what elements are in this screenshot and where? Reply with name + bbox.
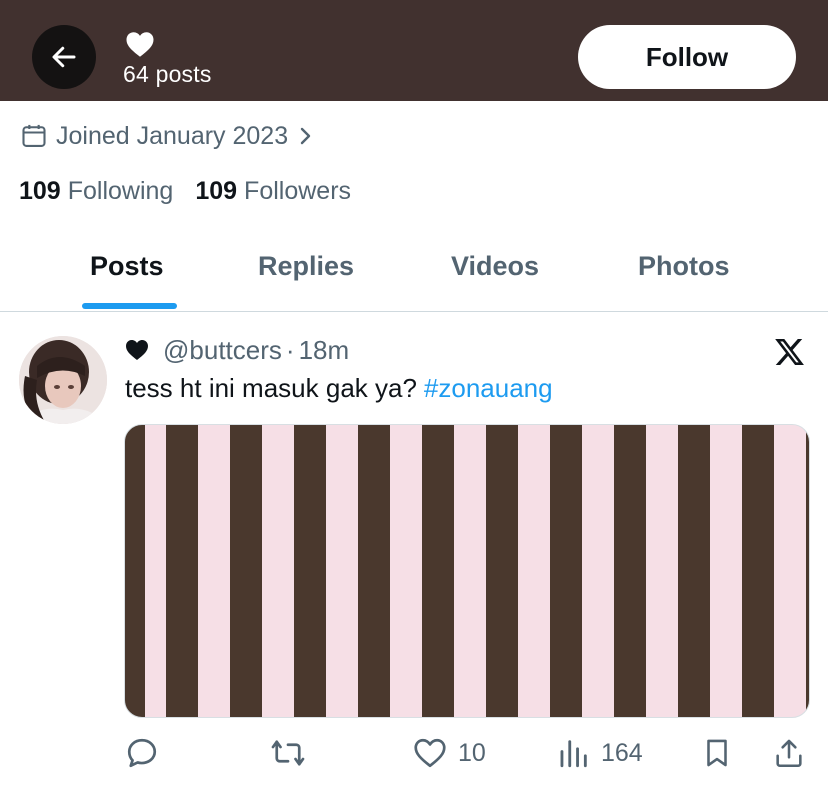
following-count: 109 (19, 177, 61, 205)
reply-button[interactable] (124, 732, 160, 774)
followers-link[interactable]: 109 Followers (195, 177, 351, 206)
views-icon (560, 740, 587, 768)
share-icon (776, 739, 802, 768)
profile-tabs: Posts Replies Videos Photos (0, 230, 828, 312)
heart-icon (126, 340, 148, 360)
repost-button[interactable] (270, 732, 306, 774)
joined-date[interactable]: Joined January 2023 (20, 119, 316, 153)
post-body: tess ht ini masuk gak ya? (125, 373, 417, 403)
calendar-icon (22, 124, 46, 147)
post-header: @buttcers · 18m (125, 333, 349, 367)
post-actions: 10 164 (0, 732, 828, 774)
x-logo-icon[interactable] (773, 336, 806, 368)
follow-button[interactable]: Follow (578, 25, 796, 89)
avatar[interactable] (19, 336, 107, 424)
joined-label: Joined January 2023 (56, 121, 289, 150)
like-button[interactable]: 10 (412, 732, 486, 774)
post-text: tess ht ini masuk gak ya? #zonauang (125, 373, 553, 404)
tab-replies[interactable]: Replies (258, 251, 354, 282)
repost-icon (271, 740, 305, 766)
hashtag-link[interactable]: #zonauang (424, 373, 553, 403)
post-count: 64 posts (123, 61, 212, 87)
tab-photos[interactable]: Photos (638, 251, 730, 282)
heart-icon (126, 32, 154, 57)
following-label: Following (67, 177, 174, 205)
avatar-photo (19, 336, 107, 424)
following-link[interactable]: 109 Following (19, 177, 173, 206)
post-media-image[interactable] (124, 424, 810, 718)
post-time[interactable]: 18m (299, 335, 350, 366)
active-tab-indicator (82, 303, 177, 309)
like-count: 10 (458, 738, 486, 767)
views-count: 164 (601, 738, 643, 767)
post-handle[interactable]: @buttcers (163, 335, 282, 366)
followers-count: 109 (195, 177, 238, 205)
chevron-right-icon (300, 127, 311, 145)
bookmark-icon (707, 739, 727, 767)
reply-icon (127, 738, 157, 768)
back-button[interactable] (32, 25, 96, 89)
back-arrow-icon (52, 46, 76, 68)
profile-header: 64 posts Follow (0, 0, 828, 101)
post-separator: · (285, 334, 295, 365)
tab-videos[interactable]: Videos (451, 251, 539, 282)
followers-label: Followers (244, 177, 352, 205)
bookmark-button[interactable] (700, 732, 734, 774)
share-button[interactable] (772, 732, 806, 774)
follow-stats: 109 Following 109 Followers (19, 177, 351, 206)
tab-posts[interactable]: Posts (90, 251, 164, 282)
like-icon (414, 738, 446, 768)
views-button[interactable]: 164 (557, 732, 643, 774)
